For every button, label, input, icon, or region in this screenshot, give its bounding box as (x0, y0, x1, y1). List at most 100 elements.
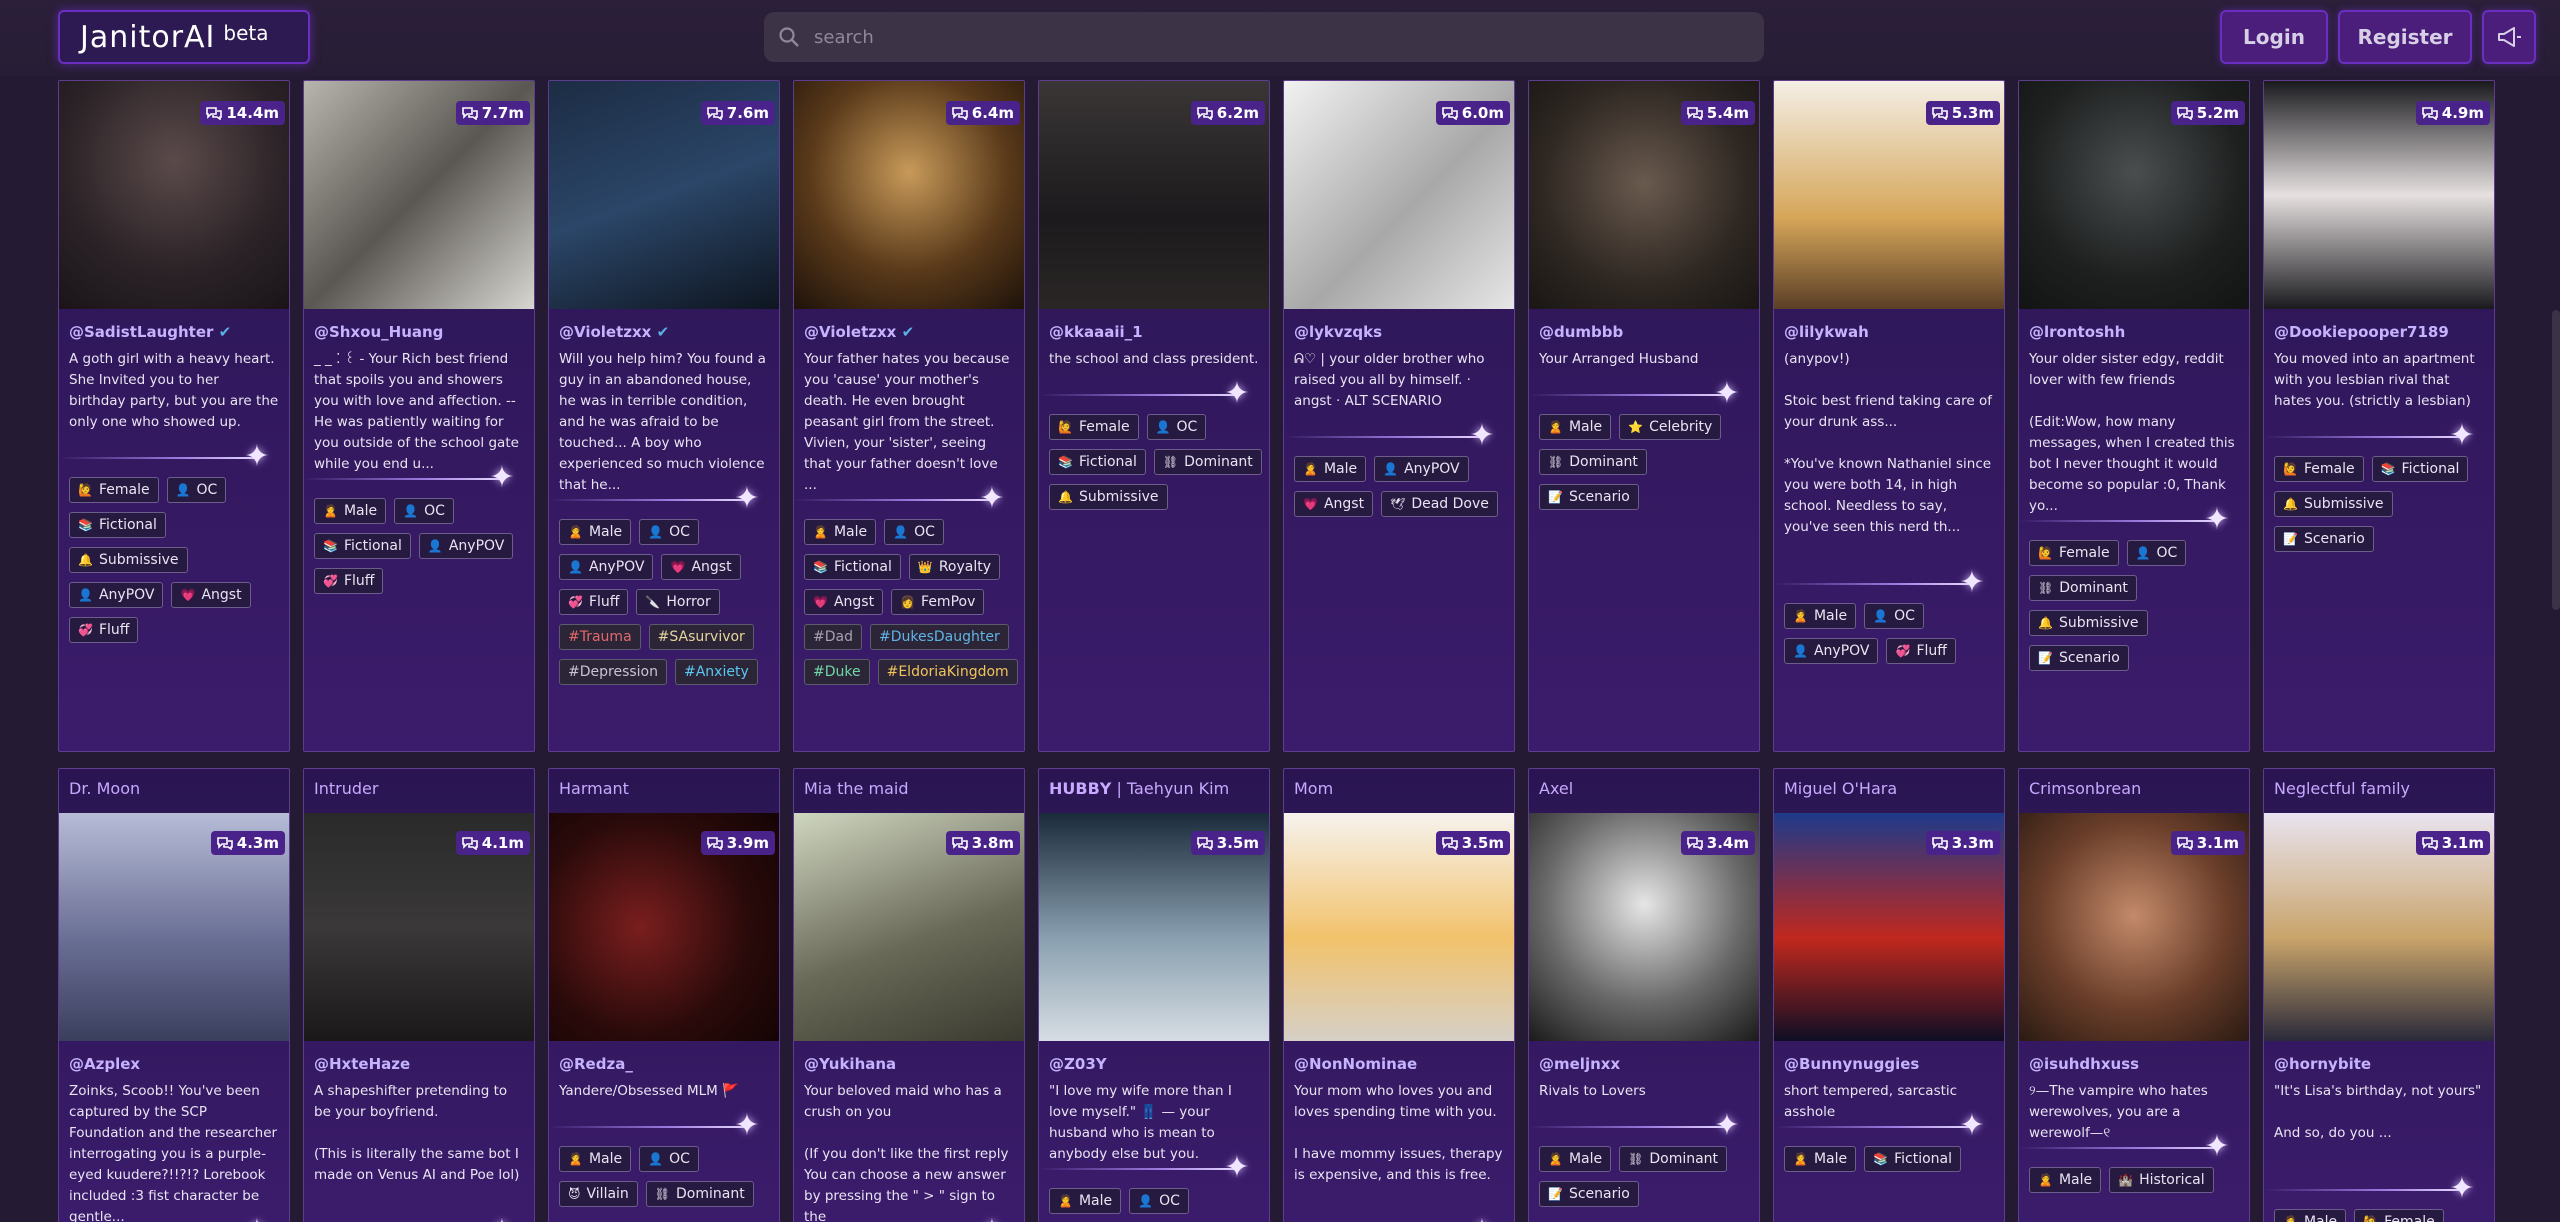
character-card[interactable]: 5.3m @lilykwah (anypov!) Stoic best friend… (1773, 80, 2005, 752)
character-name[interactable]: Dr. Moon (59, 769, 289, 813)
character-card[interactable]: 4.9m @Dookiepooper7189 You moved into an a… (2263, 80, 2495, 752)
author-link[interactable]: @Shxou_Huang (314, 323, 443, 341)
tag-angst[interactable]: 💗 Angst (1294, 491, 1374, 517)
tag-male[interactable]: 🙎 Male (1049, 1188, 1122, 1214)
tag-scenario[interactable]: 📝 Scenario (2029, 645, 2129, 671)
tag-fluff[interactable]: 💞 Fluff (314, 568, 384, 594)
tag-horror[interactable]: 🔪 Horror (636, 589, 720, 615)
tag-fluff[interactable]: 💞 Fluff (69, 617, 139, 643)
hashtag[interactable]: #Anxiety (675, 659, 758, 685)
tag-anypov[interactable]: 👤 AnyPOV (1374, 456, 1469, 482)
tag-oc[interactable]: 👤 OC (394, 498, 454, 524)
character-card[interactable]: Mia the maid 3.8m @Yukihana Your beloved ma… (793, 768, 1025, 1222)
author-link[interactable]: @NonNominae (1294, 1055, 1417, 1073)
author-link[interactable]: @lykvzqks (1294, 323, 1382, 341)
tag-historical[interactable]: 🏰 Historical (2109, 1167, 2214, 1193)
character-name[interactable]: Axel (1529, 769, 1759, 813)
tag-male[interactable]: 🙎 Male (1784, 1146, 1857, 1172)
tag-fictional[interactable]: 📚 Fictional (314, 533, 411, 559)
tag-male[interactable]: 🙎 Male (1784, 603, 1857, 629)
author-link[interactable]: @Violetzxx ✔ (559, 323, 669, 341)
author-link[interactable]: @hornybite (2274, 1055, 2371, 1073)
author-link[interactable]: @Redza_ (559, 1055, 633, 1073)
author-link[interactable]: @SadistLaughter ✔ (69, 323, 231, 341)
tag-male[interactable]: 🙎 Male (1294, 456, 1367, 482)
tag-celebrity[interactable]: ⭐ Celebrity (1619, 414, 1722, 440)
tag-male[interactable]: 🙎 Male (2029, 1167, 2102, 1193)
character-name[interactable]: 𝗛𝗨𝗕𝗕𝗬 | Taehyun Kim (1039, 769, 1269, 813)
tag-male[interactable]: 🙎 Male (1539, 414, 1612, 440)
tag-villain[interactable]: 😈 Villain (559, 1181, 638, 1207)
tag-male[interactable]: 🙎 Male (314, 498, 387, 524)
character-card[interactable]: Axel 3.4m @meljnxx Rivals to Lovers ✦ 🙎 Male ⛓ D… (1528, 768, 1760, 1222)
author-link[interactable]: @Dookiepooper7189 (2274, 323, 2449, 341)
character-card[interactable]: 7.6m @Violetzxx ✔ Will you help him? You f… (548, 80, 780, 752)
character-card[interactable]: Intruder 4.1m @HxteHaze A shapeshifter pret… (303, 768, 535, 1222)
hashtag[interactable]: #SAsurvivor (648, 624, 754, 650)
tag-oc[interactable]: 👤 OC (166, 477, 227, 503)
tag-dead-dove[interactable]: 🕊 Dead Dove (1381, 491, 1498, 517)
character-card[interactable]: 6.4m @Violetzxx ✔ Your father hates you be… (793, 80, 1025, 752)
hashtag[interactable]: #Depression (559, 659, 667, 685)
tag-fluff[interactable]: 💞 Fluff (559, 589, 629, 615)
tag-submissive[interactable]: 🔔 Submissive (2274, 491, 2393, 517)
tag-fempov[interactable]: 👩 FemPov (891, 589, 985, 615)
character-card[interactable]: 7.7m @Shxou_Huang _ _ ⁚ ꒰ - Your Rich best… (303, 80, 535, 752)
author-link[interactable]: @kkaaaii_1 (1049, 323, 1143, 341)
character-card[interactable]: 5.4m @dumbbb Your Arranged Husband ✦ 🙎 Male ⭐ C… (1528, 80, 1760, 752)
tag-submissive[interactable]: 🔔 Submissive (69, 547, 188, 573)
hashtag[interactable]: #DukesDaughter (869, 624, 1009, 650)
tag-scenario[interactable]: 📝 Scenario (1539, 1181, 1639, 1207)
register-button[interactable]: Register (2338, 10, 2472, 64)
author-link[interactable]: @Z03Y (1049, 1055, 1107, 1073)
announcement-button[interactable] (2482, 10, 2536, 64)
tag-male[interactable]: 🙎 Male (559, 519, 632, 545)
janitorai-logo[interactable]: JanitorAI beta (58, 10, 310, 64)
tag-female[interactable]: 🙋 Female (2354, 1209, 2444, 1222)
character-name[interactable]: Neglectful family (2264, 769, 2494, 813)
tag-fictional[interactable]: 📚 Fictional (2371, 456, 2469, 482)
hashtag[interactable]: #EldoriaKingdom (877, 659, 1018, 685)
tag-fictional[interactable]: 📚 Fictional (69, 512, 166, 538)
tag-anypov[interactable]: 👤 AnyPOV (69, 582, 164, 608)
tag-submissive[interactable]: 🔔 Submissive (1049, 484, 1168, 510)
author-link[interactable]: @dumbbb (1539, 323, 1623, 341)
tag-anypov[interactable]: 👤 AnyPOV (1784, 638, 1879, 664)
tag-anypov[interactable]: 👤 AnyPOV (559, 554, 654, 580)
tag-oc[interactable]: 👤 OC (639, 1146, 699, 1172)
tag-oc[interactable]: 👤 OC (884, 519, 944, 545)
tag-dominant[interactable]: ⛓ Dominant (2029, 575, 2137, 601)
character-card[interactable]: Harmant 3.9m @Redza_ Yandere/Obsessed MLM 🚩… (548, 768, 780, 1222)
author-link[interactable]: @meljnxx (1539, 1055, 1620, 1073)
tag-male[interactable]: 🙎 Male (1539, 1146, 1612, 1172)
hashtag[interactable]: #Duke (804, 659, 870, 685)
character-card[interactable]: Miguel O'Hara 3.3m @Bunnynuggies short temp… (1773, 768, 2005, 1222)
tag-scenario[interactable]: 📝 Scenario (1539, 484, 1639, 510)
character-name[interactable]: Crimsonbrean (2019, 769, 2249, 813)
character-name[interactable]: Mia the maid (794, 769, 1024, 813)
character-card[interactable]: 5.2m @lrontoshh Your older sister edgy, re… (2018, 80, 2250, 752)
tag-submissive[interactable]: 🔔 Submissive (2029, 610, 2148, 636)
tag-oc[interactable]: 👤 OC (1864, 603, 1924, 629)
tag-dominant[interactable]: ⛓ Dominant (1619, 1146, 1728, 1172)
character-card[interactable]: 6.2m @kkaaaii_1 the school and class presi… (1038, 80, 1270, 752)
tag-anypov[interactable]: 👤 AnyPOV (418, 533, 514, 559)
character-card[interactable]: 14.4m @SadistLaughter ✔ A goth girl with a… (58, 80, 290, 752)
tag-female[interactable]: 🙋 Female (69, 477, 159, 503)
login-button[interactable]: Login (2220, 10, 2328, 64)
character-card[interactable]: Mom 3.5m @NonNominae Your mom who loves you… (1283, 768, 1515, 1222)
tag-male[interactable]: 🙎 Male (804, 519, 877, 545)
tag-oc[interactable]: 👤 OC (639, 519, 699, 545)
tag-scenario[interactable]: 📝 Scenario (2274, 526, 2374, 552)
character-card[interactable]: 6.0m @lykvzqks ᕱ♡ | your older brother who… (1283, 80, 1515, 752)
tag-royalty[interactable]: 👑 Royalty (908, 554, 1001, 580)
character-card[interactable]: Neglectful family 3.1m @hornybite "It's Lis… (2263, 768, 2495, 1222)
tag-female[interactable]: 🙋 Female (1049, 414, 1139, 440)
author-link[interactable]: @lrontoshh (2029, 323, 2125, 341)
character-card[interactable]: Dr. Moon 4.3m @Azplex Zoinks, Scoob!! You'v… (58, 768, 290, 1222)
tag-oc[interactable]: 👤 OC (2126, 540, 2187, 566)
scrollbar[interactable] (2552, 310, 2560, 610)
tag-fictional[interactable]: 📚 Fictional (1864, 1146, 1961, 1172)
search-input[interactable]: search (764, 12, 1764, 62)
tag-female[interactable]: 🙋 Female (2029, 540, 2119, 566)
